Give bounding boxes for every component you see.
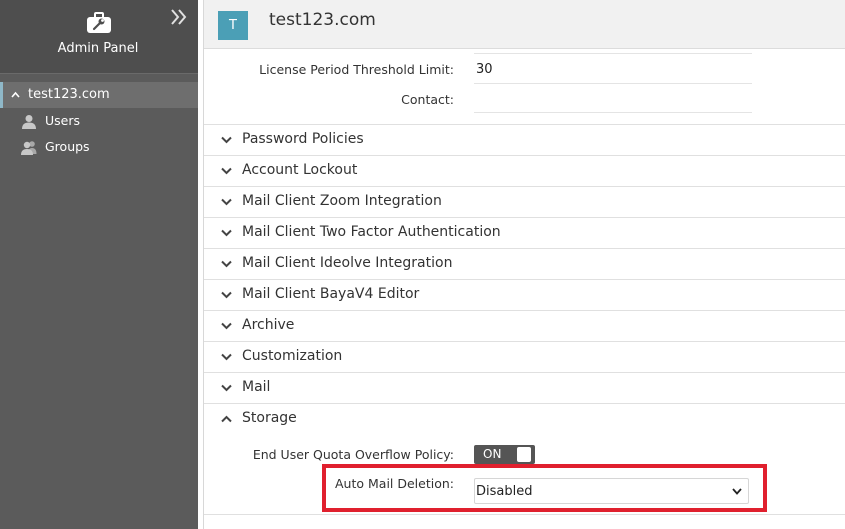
section-label: Storage: [242, 410, 297, 426]
quota-policy-label: End User Quota Overflow Policy:: [252, 447, 454, 462]
section-divider: [204, 514, 845, 515]
section-password-policies[interactable]: Password Policies: [204, 124, 845, 155]
section-bayav4-editor[interactable]: Mail Client BayaV4 Editor: [204, 279, 845, 310]
chevron-down-icon: [221, 260, 232, 268]
double-chevron-right-icon[interactable]: [169, 8, 189, 26]
chevron-down-icon: [221, 167, 232, 175]
chevron-down-icon: [221, 136, 232, 144]
section-customization[interactable]: Customization: [204, 341, 845, 372]
admin-panel-title: Admin Panel: [57, 41, 139, 56]
chevron-down-icon: [221, 291, 232, 299]
section-zoom-integration[interactable]: Mail Client Zoom Integration: [204, 186, 845, 217]
chevron-up-icon: [11, 91, 20, 98]
quota-policy-toggle[interactable]: ON: [474, 445, 535, 464]
tree-item-users[interactable]: Users: [0, 108, 198, 134]
tree-item-domain[interactable]: test123.com: [0, 82, 198, 108]
license-threshold-label: License Period Threshold Limit:: [259, 62, 454, 77]
section-archive[interactable]: Archive: [204, 310, 845, 341]
section-ideolve-integration[interactable]: Mail Client Ideolve Integration: [204, 248, 845, 279]
domain-tree: test123.com Users Groups: [0, 82, 198, 160]
user-icon: [22, 115, 36, 129]
contact-label: Contact:: [401, 92, 454, 107]
section-label: Archive: [242, 317, 295, 333]
field-divider: [474, 49, 752, 54]
section-label: Mail Client BayaV4 Editor: [242, 286, 420, 302]
domain-avatar: T: [218, 11, 248, 40]
chevron-down-icon: [221, 229, 232, 237]
chevron-up-icon: [221, 415, 232, 423]
chevron-down-icon: [221, 384, 232, 392]
section-mail[interactable]: Mail: [204, 372, 845, 403]
tree-item-label: Groups: [45, 139, 90, 154]
license-threshold-value[interactable]: 30: [474, 55, 752, 84]
page-title: test123.com: [269, 10, 376, 30]
section-two-factor[interactable]: Mail Client Two Factor Authentication: [204, 217, 845, 248]
toggle-state: ON: [483, 447, 502, 461]
domain-header: T test123.com: [204, 0, 845, 49]
chevron-down-icon: [221, 322, 232, 330]
section-label: Mail Client Zoom Integration: [242, 193, 442, 209]
users-icon: [21, 141, 37, 155]
tree-item-label: Users: [45, 113, 81, 128]
section-label: Mail: [242, 379, 271, 395]
section-storage[interactable]: Storage: [204, 403, 845, 434]
section-label: Mail Client Two Factor Authentication: [242, 224, 501, 240]
chevron-down-icon: [221, 353, 232, 361]
contact-value[interactable]: [474, 84, 752, 113]
tree-item-groups[interactable]: Groups: [0, 134, 198, 160]
toggle-knob: [517, 447, 531, 462]
main-panel: T test123.com License Period Threshold L…: [203, 0, 845, 529]
section-label: Account Lockout: [242, 162, 358, 178]
section-label: Customization: [242, 348, 343, 364]
wrench-briefcase-icon: [87, 12, 111, 33]
section-label: Mail Client Ideolve Integration: [242, 255, 453, 271]
sidebar-header: Admin Panel: [0, 0, 198, 74]
tree-domain-label: test123.com: [28, 87, 110, 102]
highlight-box: [322, 464, 767, 512]
sidebar: Admin Panel test123.com Users Groups: [0, 0, 198, 529]
chevron-down-icon: [221, 198, 232, 206]
section-label: Password Policies: [242, 131, 364, 147]
section-account-lockout[interactable]: Account Lockout: [204, 155, 845, 186]
